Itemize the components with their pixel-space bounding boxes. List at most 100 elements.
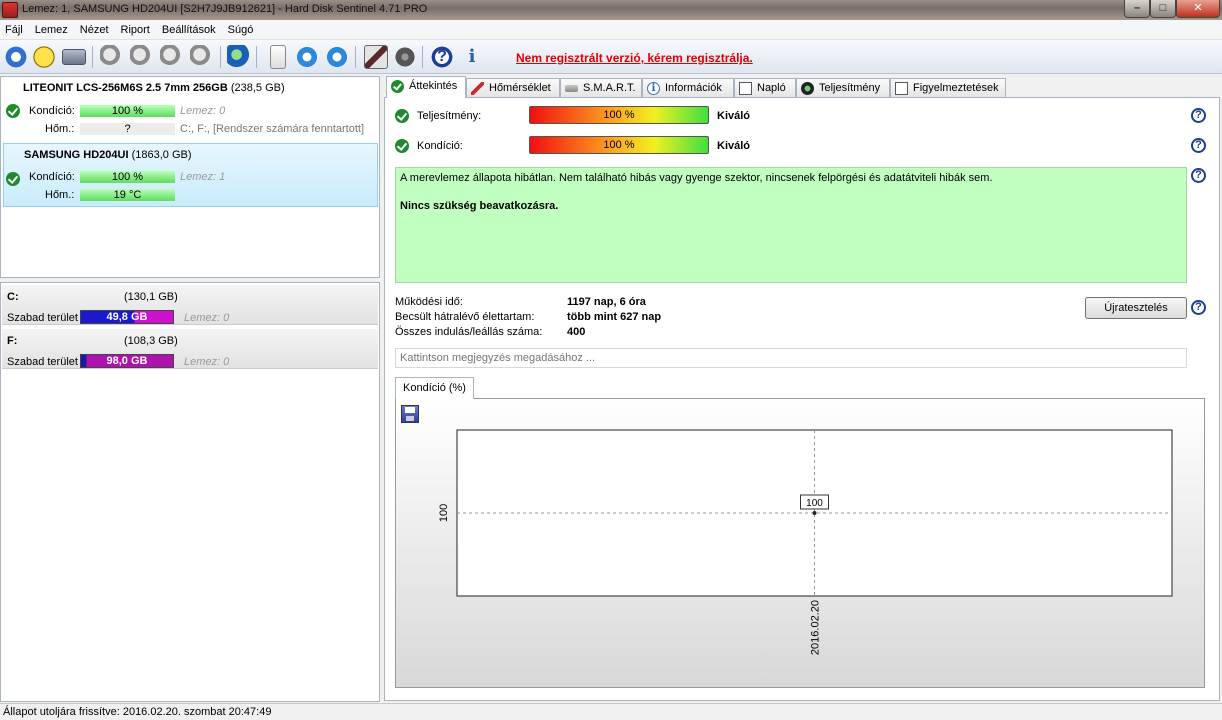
globe-icon[interactable] [227, 45, 251, 69]
disk-index: Lemez: 1 [180, 171, 226, 183]
disk-name: SAMSUNG HD204UI (1863,0 GB) [24, 149, 192, 161]
tab-temperature[interactable]: Hőmérséklet [466, 78, 560, 98]
menu-bar: Fájl Lemez Nézet Riport Beállítások Súgó [0, 20, 1222, 40]
start-stop-label: Összes indulás/leállás száma: [395, 326, 543, 338]
register-link[interactable]: Nem regisztrált verzió, kérem regisztrál… [516, 51, 753, 65]
condition-bar: 100 % [529, 136, 709, 154]
partition-f[interactable]: F: (108,3 GB) Szabad terület 98,0 GB Lem… [2, 329, 378, 369]
help-icon[interactable]: ? [430, 45, 454, 69]
performance-label: Teljesítmény: [417, 110, 482, 122]
close-button[interactable]: ✕ [1176, 0, 1220, 18]
title-bar: Lemez: 1, SAMSUNG HD204UI [S2H7J9JB91262… [0, 0, 1222, 20]
menu-file[interactable]: Fájl [0, 20, 29, 40]
log-icon [739, 82, 752, 95]
uptime-value: 1197 nap, 6 óra [567, 296, 646, 308]
ok-icon [6, 104, 20, 118]
disc-icon[interactable] [393, 45, 417, 69]
free-space-label: Szabad terület [7, 356, 78, 368]
tab-information[interactable]: i Információk [642, 78, 734, 98]
help-icon[interactable]: ? [1191, 108, 1206, 123]
temp-label: Hőm.: [45, 123, 75, 135]
tab-alerts[interactable]: Figyelmeztetések [890, 78, 1006, 98]
chart-icon[interactable] [364, 45, 388, 69]
menu-report[interactable]: Riport [115, 20, 156, 40]
menu-settings[interactable]: Beállítások [156, 20, 222, 40]
maximize-button[interactable]: □ [1150, 0, 1176, 18]
tool-icon[interactable] [100, 45, 124, 69]
smart-icon [565, 85, 578, 92]
status-bar: Állapot utoljára frissítve: 2016.02.20. … [0, 703, 1222, 720]
chart-svg: 100 2016.02.20 100 [438, 429, 1173, 655]
temp-bar: 19 °C [80, 189, 175, 201]
refresh-icon[interactable] [4, 45, 28, 69]
tool-icon[interactable] [130, 45, 154, 69]
disk-partitions-note: C:, F:, [Rendszer számára fenntartott] [180, 123, 365, 135]
performance-icon [801, 82, 814, 95]
tool-icon[interactable] [160, 45, 184, 69]
disk-icon[interactable] [62, 49, 86, 65]
partition-size: (108,3 GB) [124, 335, 178, 347]
tool-icon[interactable] [190, 45, 214, 69]
tab-performance[interactable]: Teljesítmény [796, 78, 890, 98]
uptime-label: Működési idő: [395, 296, 463, 308]
network-icon[interactable] [325, 45, 349, 69]
free-space-bar: 49,8 GB [80, 310, 174, 324]
retest-button[interactable]: Újratesztelés [1085, 297, 1187, 319]
condition-label: Kondíció: [29, 171, 75, 183]
warning-icon[interactable] [32, 45, 56, 69]
condition-chart: 100 2016.02.20 100 [395, 398, 1205, 688]
partition-size: (130,1 GB) [124, 291, 178, 303]
sync-icon[interactable] [295, 45, 319, 69]
y-tick-label: 100 [438, 504, 450, 522]
temp-label: Hőm.: [45, 189, 75, 201]
remaining-life-label: Becsült hátralévő élettartam: [395, 311, 535, 323]
condition-bar: 100 % [80, 105, 175, 117]
minimize-button[interactable]: – [1124, 0, 1150, 18]
performance-bar: 100 % [529, 106, 709, 124]
menu-disk[interactable]: Lemez [29, 20, 74, 40]
free-space-bar: 98,0 GB [80, 354, 174, 368]
x-tick-label: 2016.02.20 [810, 600, 822, 655]
disk-name: LITEONIT LCS-256M6S 2.5 7mm 256GB (238,5… [23, 82, 285, 94]
temp-bar: ? [80, 123, 175, 135]
tab-smart[interactable]: S.M.A.R.T. [560, 78, 642, 98]
status-bar-text: Állapot utoljára frissítve: 2016.02.20. … [3, 706, 272, 718]
condition-bar: 100 % [80, 171, 175, 183]
data-point [812, 511, 817, 515]
ok-icon [395, 139, 409, 153]
condition-verdict: Kiváló [717, 140, 751, 152]
thermometer-icon [471, 82, 484, 95]
info-icon: i [647, 82, 660, 95]
document-icon[interactable] [270, 45, 286, 69]
overview-panel: Teljesítmény: 100 % Kiváló ? Kondíció: 1… [384, 97, 1220, 701]
condition-label: Kondíció: [29, 105, 75, 117]
partition-list: C: (130,1 GB) Szabad terület 49,8 GB Lem… [0, 282, 380, 702]
note-input[interactable] [395, 348, 1187, 368]
ok-icon [6, 172, 20, 186]
partition-disk-note: Lemez: 0 [184, 312, 230, 324]
alert-icon [895, 82, 908, 95]
help-icon[interactable]: ? [1191, 138, 1206, 153]
disk-card-liteonit[interactable]: LITEONIT LCS-256M6S 2.5 7mm 256GB (238,5… [3, 77, 378, 141]
data-label: 100 [806, 498, 823, 509]
ok-icon [395, 109, 409, 123]
status-action: Nincs szükség beavatkozásra. [400, 200, 559, 212]
partition-disk-note: Lemez: 0 [184, 356, 230, 368]
tab-bar: Áttekintés Hőmérséklet S.M.A.R.T. i Infor… [384, 76, 1222, 98]
help-icon[interactable]: ? [1191, 300, 1206, 315]
ok-icon [391, 80, 404, 93]
info-icon[interactable]: i [460, 45, 484, 69]
status-message: A merevlemez állapota hibátlan. Nem talá… [400, 172, 993, 184]
partition-c[interactable]: C: (130,1 GB) Szabad terület 49,8 GB Lem… [2, 285, 378, 325]
tab-overview[interactable]: Áttekintés [386, 76, 466, 98]
tab-condition-chart[interactable]: Kondíció (%) [395, 377, 474, 399]
menu-view[interactable]: Nézet [74, 20, 115, 40]
tab-log[interactable]: Napló [734, 78, 796, 98]
condition-label: Kondíció: [417, 140, 463, 152]
menu-help[interactable]: Súgó [222, 20, 260, 40]
partition-letter: C: [7, 291, 19, 303]
performance-verdict: Kiváló [717, 110, 751, 122]
free-space-label: Szabad terület [7, 312, 78, 324]
disk-card-samsung[interactable]: SAMSUNG HD204UI (1863,0 GB) Kondíció: 10… [3, 143, 378, 207]
help-icon[interactable]: ? [1191, 168, 1206, 183]
